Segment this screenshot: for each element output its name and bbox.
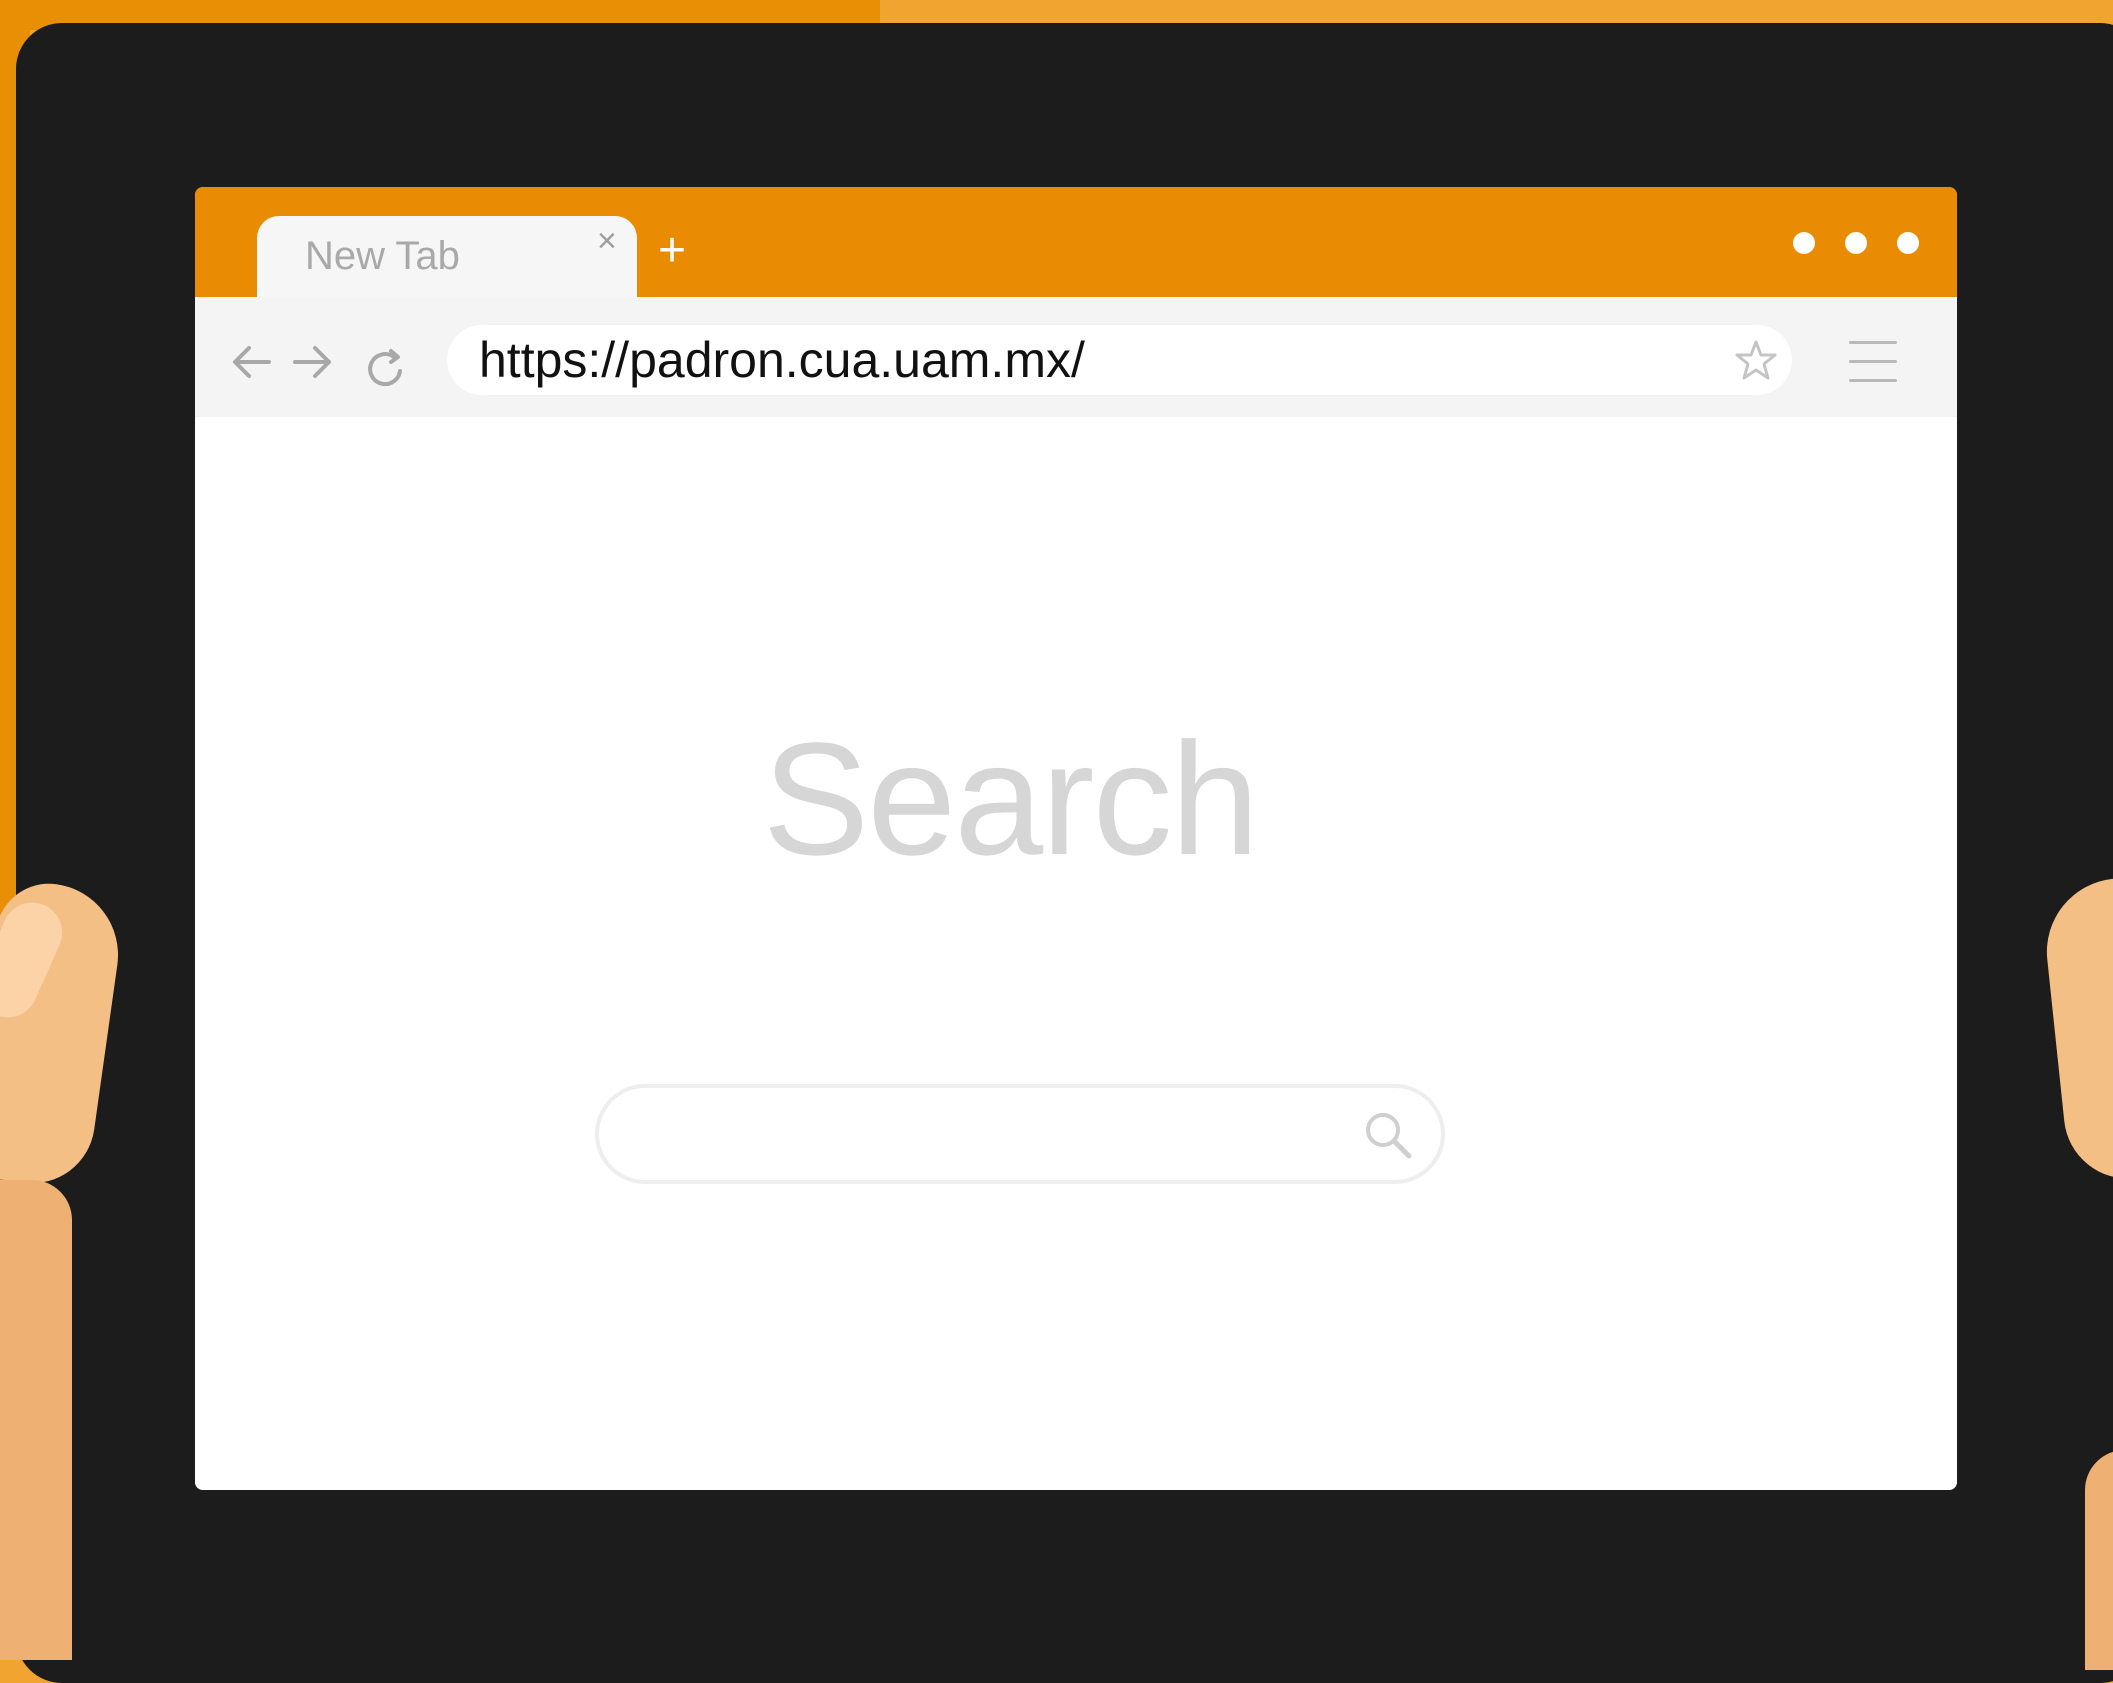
new-tab-button[interactable]: +	[658, 227, 686, 275]
forward-button[interactable]	[285, 335, 339, 389]
tab-bar: New Tab × +	[195, 187, 1957, 298]
magnifier-icon[interactable]	[1361, 1108, 1417, 1164]
left-palm	[0, 1180, 72, 1660]
menu-line	[1849, 341, 1897, 344]
hamburger-menu-icon[interactable]	[1849, 341, 1897, 385]
tab-new-tab[interactable]: New Tab ×	[257, 216, 637, 298]
search-input[interactable]	[595, 1084, 1445, 1184]
reload-button[interactable]	[360, 341, 414, 395]
star-icon	[1735, 340, 1777, 380]
browser-window: New Tab × + https://padron.cua.uam.mx/ S…	[195, 187, 1957, 1490]
address-bar[interactable]: https://padron.cua.uam.mx/	[447, 325, 1792, 395]
menu-line	[1849, 379, 1897, 382]
search-heading: Search	[762, 709, 1260, 888]
arrow-right-icon	[293, 346, 331, 378]
back-button[interactable]	[225, 335, 279, 389]
arrow-left-icon	[233, 346, 271, 378]
close-icon[interactable]: ×	[597, 222, 617, 261]
reload-icon	[368, 349, 402, 387]
tab-title: New Tab	[305, 234, 460, 278]
window-dot[interactable]	[1845, 232, 1867, 254]
address-url[interactable]: https://padron.cua.uam.mx/	[479, 331, 1085, 389]
navigation-toolbar: https://padron.cua.uam.mx/	[195, 297, 1957, 417]
bookmark-button[interactable]	[1733, 337, 1779, 383]
right-palm	[2085, 1450, 2113, 1670]
window-dot[interactable]	[1897, 232, 1919, 254]
window-dot[interactable]	[1793, 232, 1815, 254]
menu-line	[1849, 360, 1897, 363]
page-content: Search	[195, 417, 1957, 1490]
three-dots-icon[interactable]	[1793, 232, 1919, 254]
